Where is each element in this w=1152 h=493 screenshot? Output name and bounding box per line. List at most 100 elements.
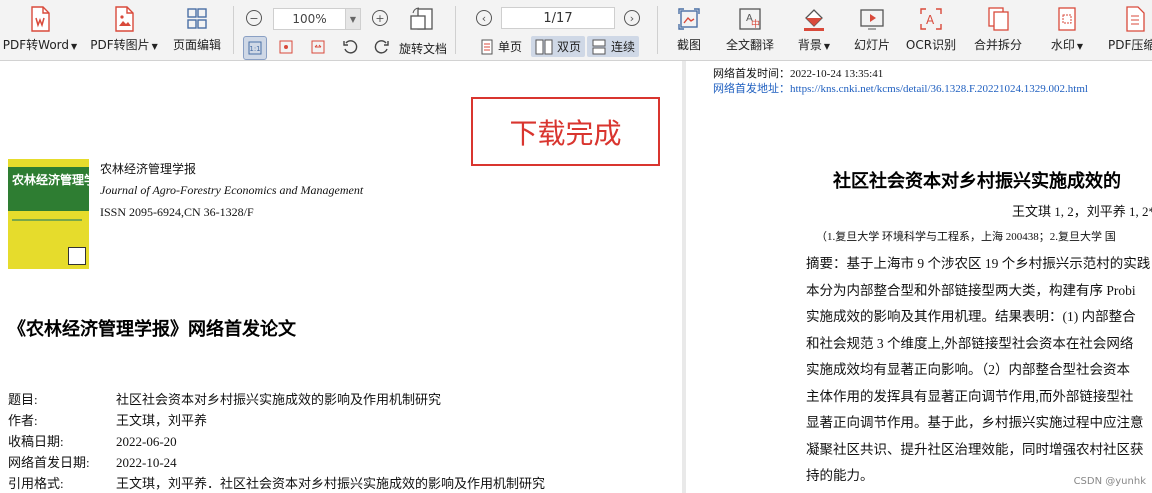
stamp-text: 下载完成 [509, 118, 622, 150]
zoom-select[interactable]: 100% ▼ [273, 8, 361, 30]
meta-key: 网络首发日期: [8, 455, 90, 470]
page-heading: 《农林经济管理学报》网络首发论文 [8, 319, 296, 340]
zoom-out-icon[interactable]: − [246, 10, 262, 26]
meta-citation-row: 引用格式: 王文琪，刘平养．社区社会资本对乡村振兴实施成效的影响及作用机制研究 [8, 473, 545, 492]
right-page: 网络首发时间：2022-10-24 13:35:41 网络首发地址：https:… [686, 61, 1152, 493]
meta-key: 收稿日期: [8, 434, 64, 449]
left-page: 下载完成 农林经济管理学报 农林经济管理学报 Journal of Agro-F… [0, 61, 682, 493]
rotate-right-icon[interactable] [371, 36, 393, 58]
download-complete-stamp: 下载完成 [471, 97, 660, 166]
abstract-line: 本分为内部整合型和外部链接型两大类，构建有序 Probi [806, 282, 1136, 298]
actual-size-icon[interactable]: 1:1 [243, 36, 267, 60]
rotate-doc-icon[interactable] [408, 6, 436, 36]
screenshot-button[interactable]: 截图 [668, 6, 710, 53]
chevron-down-icon[interactable]: ▼ [345, 9, 360, 29]
pdf-to-image-label: PDF转图片 [90, 38, 150, 52]
publish-time: 网络首发时间：2022-10-24 13:35:41 [713, 68, 884, 80]
page-edit-label: 页面编辑 [172, 38, 221, 52]
meta-value: 社区社会资本对乡村振兴实施成效的影响及作用机制研究 [116, 392, 442, 407]
paper-affiliation: （1.复旦大学 环境科学与工程系，上海 200438；2.复旦大学 国 [816, 231, 1116, 243]
svg-text:中: 中 [751, 18, 760, 30]
slideshow-icon [860, 9, 884, 30]
double-page-button[interactable]: 双页 [531, 36, 586, 57]
meta-value: 2022-10-24 [116, 455, 177, 470]
journal-cover-image: 农林经济管理学报 [8, 159, 89, 269]
pdf-to-image-icon [115, 6, 134, 32]
abstract-line: 实施成效的影响及其作用机理。结果表明：(1) 内部整合 [806, 309, 1136, 324]
pdf-compress-button[interactable]: PDF压缩 [1108, 6, 1152, 53]
pdf-compress-label: PDF压缩 [1108, 38, 1152, 52]
double-page-label: 双页 [557, 40, 582, 54]
paper-authors: 王文琪 1, 2，刘平养 1, 2* [1012, 204, 1152, 219]
abstract-line: 凝聚社区共识、提升社区治理效能，同时增强农村社区获 [806, 441, 1144, 457]
publish-address-link[interactable]: https://kns.cnki.net/kcms/detail/36.1328… [790, 83, 1088, 95]
page-indicator: 1/17 [543, 10, 573, 26]
fit-page-icon[interactable] [275, 36, 297, 58]
ocr-label: OCR识别 [905, 38, 957, 52]
chevron-down-icon: ▼ [151, 42, 158, 51]
full-translate-button[interactable]: A中 全文翻译 [720, 6, 780, 53]
continuous-button[interactable]: 连续 [587, 36, 640, 57]
rotate-doc-label[interactable]: 旋转文档 [399, 40, 447, 57]
continuous-icon [592, 39, 606, 54]
single-page-button[interactable]: 单页 [476, 36, 526, 57]
cover-title: 农林经济管理学报 [12, 173, 89, 187]
paper-title: 社区社会资本对乡村振兴实施成效的 [833, 171, 1121, 192]
single-page-icon [481, 39, 493, 54]
svg-text:1:1: 1:1 [249, 45, 260, 53]
ocr-icon: A [920, 8, 942, 30]
chevron-down-icon: ▼ [71, 42, 78, 51]
zoom-value: 100% [292, 12, 327, 26]
meta-key: 作者: [8, 413, 38, 428]
meta-value: 王文琪，刘平养 [116, 413, 208, 428]
pdf-to-image-button[interactable]: PDF转图片 ▼ [88, 6, 160, 53]
publish-address[interactable]: 网络首发地址：https://kns.cnki.net/kcms/detail/… [713, 80, 1088, 96]
journal-issn: ISSN 2095-6924,CN 36-1328/F [100, 205, 254, 219]
screenshot-label: 截图 [676, 38, 701, 52]
continuous-label: 连续 [611, 40, 636, 54]
prev-page-icon[interactable]: ‹ [476, 10, 492, 26]
abstract-line: 主体作用的发挥具有显著正向调节作用,而外部链接型社 [806, 388, 1134, 404]
meta-received-row: 收稿日期: 2022-06-20 [8, 431, 177, 450]
background-button[interactable]: 背景 ▼ [792, 6, 836, 53]
meta-key: 引用格式: [8, 476, 64, 491]
abstract: 摘要：基于上海市 9 个涉农区 19 个乡村振兴示范村的实践 本分为内部整合型和… [806, 251, 1150, 490]
pdf-to-word-label: PDF转Word [2, 38, 70, 52]
screenshot-icon [678, 8, 700, 30]
page-edit-button[interactable]: 页面编辑 [168, 6, 226, 53]
compress-icon [1126, 6, 1145, 32]
ocr-button[interactable]: A OCR识别 [904, 6, 958, 53]
pdf-to-word-icon [31, 6, 50, 32]
watermark-icon [1058, 7, 1076, 31]
merge-split-button[interactable]: 合并拆分 [970, 6, 1026, 53]
page-grid-icon [187, 8, 207, 29]
zoom-in-icon[interactable]: + [372, 10, 388, 26]
fit-width-icon[interactable] [307, 36, 329, 58]
meta-author-row: 作者: 王文琪，刘平养 [8, 410, 207, 429]
meta-value: 王文琪，刘平养．社区社会资本对乡村振兴实施成效的影响及作用机制研究 [116, 476, 546, 491]
slideshow-button[interactable]: 幻灯片 [848, 6, 896, 53]
translate-icon: A中 [739, 8, 761, 30]
chevron-down-icon: ▼ [1076, 42, 1084, 51]
rotate-left-icon[interactable] [339, 36, 361, 58]
next-page-icon[interactable]: › [624, 10, 640, 26]
abstract-line: 摘要：基于上海市 9 个涉农区 19 个乡村振兴示范村的实践 [806, 256, 1151, 271]
double-page-icon [535, 39, 553, 54]
toolbar: PDF转Word ▼ PDF转图片 ▼ 页面编辑 − 100% ▼ + 1:1 旋转… [0, 0, 1152, 61]
abstract-line: 和社会规范 3 个维度上,外部链接型社会资本在社会网络 [806, 335, 1134, 351]
document-view[interactable]: 下载完成 农林经济管理学报 农林经济管理学报 Journal of Agro-F… [0, 61, 1152, 493]
single-page-label: 单页 [498, 40, 523, 54]
page-number-input[interactable]: 1/17 [501, 7, 615, 29]
merge-split-label: 合并拆分 [973, 38, 1022, 52]
chevron-down-icon: ▼ [823, 42, 831, 51]
meta-key: 题目: [8, 392, 38, 407]
svg-text:A: A [926, 13, 935, 27]
watermark-button[interactable]: 水印 ▼ [1044, 6, 1090, 53]
divider [233, 6, 234, 54]
meta-title-row: 题目: 社区社会资本对乡村振兴实施成效的影响及作用机制研究 [8, 389, 441, 408]
pdf-to-word-button[interactable]: PDF转Word ▼ [0, 6, 80, 53]
abstract-line: 显著正向调节作用。基于此，乡村振兴实施过程中应注意 [806, 415, 1144, 430]
abstract-line: 实施成效均有显著正向影响。（2）内部整合型社会资本 [806, 362, 1130, 377]
publish-address-label: 网络首发地址： [713, 83, 790, 95]
paint-bucket-icon [804, 9, 824, 31]
